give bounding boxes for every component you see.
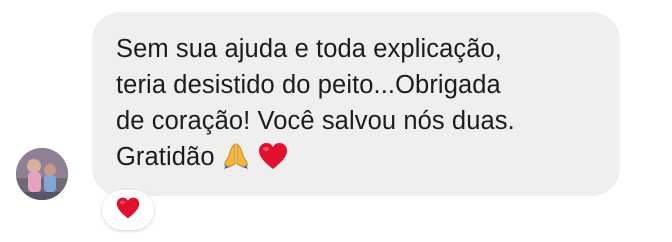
reaction-badge[interactable] <box>102 190 154 230</box>
message-line: Gratidão <box>116 143 215 171</box>
avatar-photo <box>16 148 68 200</box>
message-line: de coração! Você salvou nós duas. <box>116 107 515 135</box>
red-heart-icon <box>115 196 141 225</box>
message-line: teria desistido do peito...Obrigada <box>116 71 501 99</box>
praying-hands-icon <box>221 141 251 181</box>
message-text: Sem sua ajuda e toda explicação, teria d… <box>116 31 600 181</box>
message-line: Sem sua ajuda e toda explicação, <box>116 35 502 63</box>
chat-message-row: Sem sua ajuda e toda explicação, teria d… <box>0 0 672 242</box>
message-line-with-emoji: Gratidão <box>116 139 600 181</box>
avatar[interactable] <box>16 148 68 200</box>
red-heart-icon <box>257 141 289 181</box>
message-bubble[interactable]: Sem sua ajuda e toda explicação, teria d… <box>92 12 620 196</box>
